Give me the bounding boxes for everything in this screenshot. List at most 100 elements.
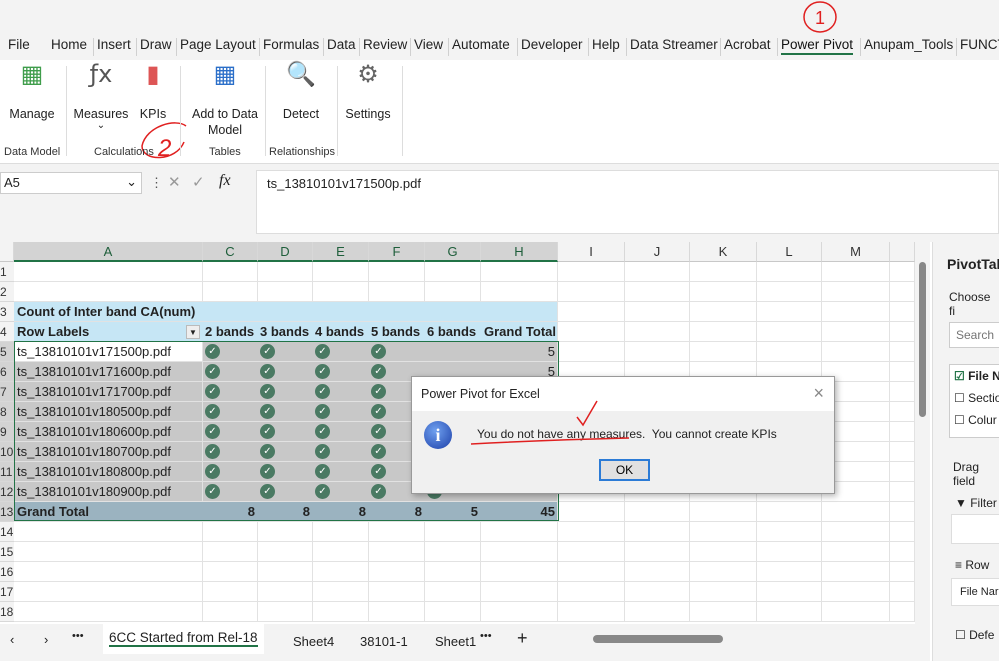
cell[interactable] bbox=[757, 522, 822, 542]
cell[interactable] bbox=[625, 602, 690, 622]
row-header[interactable]: 13 bbox=[0, 502, 14, 522]
row-header[interactable]: 17 bbox=[0, 582, 14, 602]
row-header[interactable]: 9 bbox=[0, 422, 14, 442]
cell[interactable] bbox=[558, 582, 625, 602]
cell[interactable] bbox=[690, 342, 757, 362]
tab-power-pivot[interactable]: Power Pivot bbox=[781, 37, 854, 55]
measures-dropdown-icon[interactable]: ⌄ bbox=[96, 118, 106, 134]
measures-button[interactable]: ƒx Measures bbox=[72, 62, 130, 122]
cell[interactable] bbox=[690, 282, 757, 302]
formula-input[interactable]: ts_13810101v171500p.pdf bbox=[256, 170, 999, 234]
cell[interactable] bbox=[822, 302, 890, 322]
cell[interactable] bbox=[625, 562, 690, 582]
cell[interactable] bbox=[890, 322, 915, 342]
cell[interactable] bbox=[890, 582, 915, 602]
cell[interactable] bbox=[822, 342, 890, 362]
cell[interactable] bbox=[690, 262, 757, 282]
cell[interactable] bbox=[481, 262, 558, 282]
cell[interactable] bbox=[369, 542, 425, 562]
cell[interactable] bbox=[203, 542, 258, 562]
cell[interactable] bbox=[558, 262, 625, 282]
cell[interactable] bbox=[258, 582, 313, 602]
cell[interactable] bbox=[14, 522, 203, 542]
cell[interactable] bbox=[890, 262, 915, 282]
tab-funct[interactable]: FUNCT bbox=[960, 37, 999, 52]
cell[interactable] bbox=[757, 582, 822, 602]
filters-drop[interactable] bbox=[951, 514, 999, 544]
cell[interactable] bbox=[890, 442, 915, 462]
cell[interactable] bbox=[369, 562, 425, 582]
cell[interactable] bbox=[757, 302, 822, 322]
row-header[interactable]: 6 bbox=[0, 362, 14, 382]
rows-item[interactable]: File Nar bbox=[951, 578, 999, 606]
cell[interactable] bbox=[558, 542, 625, 562]
cell[interactable] bbox=[14, 262, 203, 282]
cell[interactable] bbox=[822, 322, 890, 342]
cell[interactable] bbox=[558, 342, 625, 362]
manage-button[interactable]: ▦ Manage bbox=[6, 62, 58, 122]
cell[interactable] bbox=[890, 342, 915, 362]
column-header-G[interactable]: G bbox=[425, 242, 481, 262]
sheet-tab[interactable]: Sheet1 bbox=[435, 634, 476, 649]
cell[interactable] bbox=[822, 562, 890, 582]
cell[interactable] bbox=[625, 322, 690, 342]
cell[interactable] bbox=[14, 562, 203, 582]
cell[interactable] bbox=[313, 602, 369, 622]
cell[interactable] bbox=[757, 282, 822, 302]
cell[interactable] bbox=[203, 282, 258, 302]
tab-review[interactable]: Review bbox=[363, 37, 407, 52]
field-search-input[interactable] bbox=[949, 322, 999, 348]
cell[interactable] bbox=[690, 322, 757, 342]
column-header-E[interactable]: E bbox=[313, 242, 369, 262]
cell[interactable] bbox=[690, 502, 757, 522]
cell[interactable] bbox=[822, 602, 890, 622]
row-header[interactable]: 15 bbox=[0, 542, 14, 562]
vertical-scrollbar[interactable] bbox=[915, 242, 930, 624]
cell[interactable] bbox=[890, 482, 915, 502]
cell[interactable] bbox=[890, 542, 915, 562]
column-header-C[interactable]: C bbox=[203, 242, 258, 262]
cell[interactable] bbox=[890, 502, 915, 522]
cell[interactable] bbox=[690, 602, 757, 622]
cell[interactable] bbox=[313, 522, 369, 542]
row-label[interactable]: ts_13810101v171700p.pdf bbox=[14, 382, 203, 402]
cell[interactable] bbox=[625, 582, 690, 602]
cell[interactable] bbox=[558, 502, 625, 522]
cell[interactable] bbox=[203, 602, 258, 622]
cell[interactable] bbox=[258, 522, 313, 542]
cell[interactable] bbox=[625, 522, 690, 542]
cell[interactable] bbox=[558, 562, 625, 582]
tab-draw[interactable]: Draw bbox=[140, 37, 172, 52]
field-checkbox[interactable]: ☑ File N bbox=[954, 369, 999, 383]
more-sheets-button[interactable]: ••• bbox=[72, 630, 84, 642]
column-header-I[interactable]: I bbox=[558, 242, 625, 262]
tab-view[interactable]: View bbox=[414, 37, 443, 52]
cell[interactable] bbox=[625, 302, 690, 322]
tab-help[interactable]: Help bbox=[592, 37, 620, 52]
add-sheet-button[interactable]: + bbox=[517, 628, 528, 649]
cell[interactable] bbox=[890, 362, 915, 382]
sheet-tab-active[interactable]: 6CC Started from Rel-18 bbox=[103, 624, 264, 654]
cell[interactable] bbox=[822, 522, 890, 542]
cell[interactable] bbox=[369, 582, 425, 602]
cell[interactable] bbox=[258, 282, 313, 302]
cell[interactable] bbox=[558, 602, 625, 622]
cell[interactable] bbox=[890, 302, 915, 322]
tab-data[interactable]: Data bbox=[327, 37, 356, 52]
row-label[interactable]: ts_13810101v180800p.pdf bbox=[14, 462, 203, 482]
detect-button[interactable]: 🔍 Detect bbox=[278, 62, 324, 122]
add-to-data-model-button[interactable]: ▦ Add to Data Model bbox=[190, 62, 260, 138]
cell[interactable] bbox=[757, 342, 822, 362]
cell[interactable] bbox=[690, 582, 757, 602]
cell[interactable] bbox=[757, 322, 822, 342]
next-sheet-icon[interactable]: › bbox=[44, 632, 48, 647]
cell[interactable] bbox=[558, 302, 625, 322]
cell[interactable] bbox=[558, 522, 625, 542]
tab-data-streamer[interactable]: Data Streamer bbox=[630, 37, 718, 52]
defer-checkbox[interactable]: ☐ Defe bbox=[955, 628, 994, 642]
column-header-A[interactable]: A bbox=[14, 242, 203, 262]
cell[interactable] bbox=[822, 582, 890, 602]
cell[interactable] bbox=[757, 602, 822, 622]
row-label[interactable]: ts_13810101v180900p.pdf bbox=[14, 482, 203, 502]
row-header[interactable]: 1 bbox=[0, 262, 14, 282]
